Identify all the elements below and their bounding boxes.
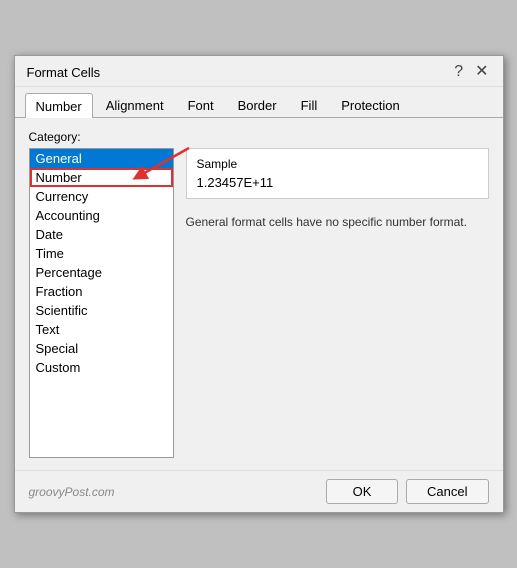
list-item-time[interactable]: Time (30, 244, 173, 263)
tab-protection[interactable]: Protection (330, 93, 411, 117)
tab-bar: Number Alignment Font Border Fill Protec… (15, 87, 503, 118)
list-item-accounting[interactable]: Accounting (30, 206, 173, 225)
dialog-footer: groovyPost.com OK Cancel (15, 470, 503, 512)
dialog-body: Category: General Number Currency (15, 118, 503, 470)
list-item-special[interactable]: Special (30, 339, 173, 358)
list-panel: General Number Currency Accounting Date … (29, 148, 174, 458)
title-bar: Format Cells ? ✕ (15, 56, 503, 87)
watermark: groovyPost.com (29, 485, 115, 499)
list-item-currency[interactable]: Currency (30, 187, 173, 206)
tab-border[interactable]: Border (227, 93, 288, 117)
list-item-percentage[interactable]: Percentage (30, 263, 173, 282)
help-button[interactable]: ? (452, 64, 465, 80)
list-item-date[interactable]: Date (30, 225, 173, 244)
list-item-custom[interactable]: Custom (30, 358, 173, 377)
tab-number[interactable]: Number (25, 93, 93, 118)
description-text: General format cells have no specific nu… (186, 209, 489, 235)
cancel-button[interactable]: Cancel (406, 479, 488, 504)
format-cells-dialog: Format Cells ? ✕ Number Alignment Font B… (14, 55, 504, 513)
annotation-arrow (119, 138, 199, 188)
dialog-title: Format Cells (27, 65, 101, 80)
tab-alignment[interactable]: Alignment (95, 93, 175, 117)
sample-value: 1.23457E+11 (197, 175, 478, 190)
category-label: Category: (29, 130, 489, 144)
sample-label: Sample (197, 157, 478, 171)
tab-fill[interactable]: Fill (290, 93, 329, 117)
footer-buttons: OK Cancel (326, 479, 488, 504)
content-row: General Number Currency Accounting Date … (29, 148, 489, 458)
sample-box: Sample 1.23457E+11 (186, 148, 489, 199)
ok-button[interactable]: OK (326, 479, 398, 504)
close-button[interactable]: ✕ (473, 64, 490, 80)
list-item-text[interactable]: Text (30, 320, 173, 339)
right-panel: Sample 1.23457E+11 General format cells … (186, 148, 489, 458)
list-item-scientific[interactable]: Scientific (30, 301, 173, 320)
title-bar-buttons: ? ✕ (452, 64, 490, 80)
list-item-fraction[interactable]: Fraction (30, 282, 173, 301)
category-list[interactable]: General Number Currency Accounting Date … (29, 148, 174, 458)
tab-font[interactable]: Font (177, 93, 225, 117)
